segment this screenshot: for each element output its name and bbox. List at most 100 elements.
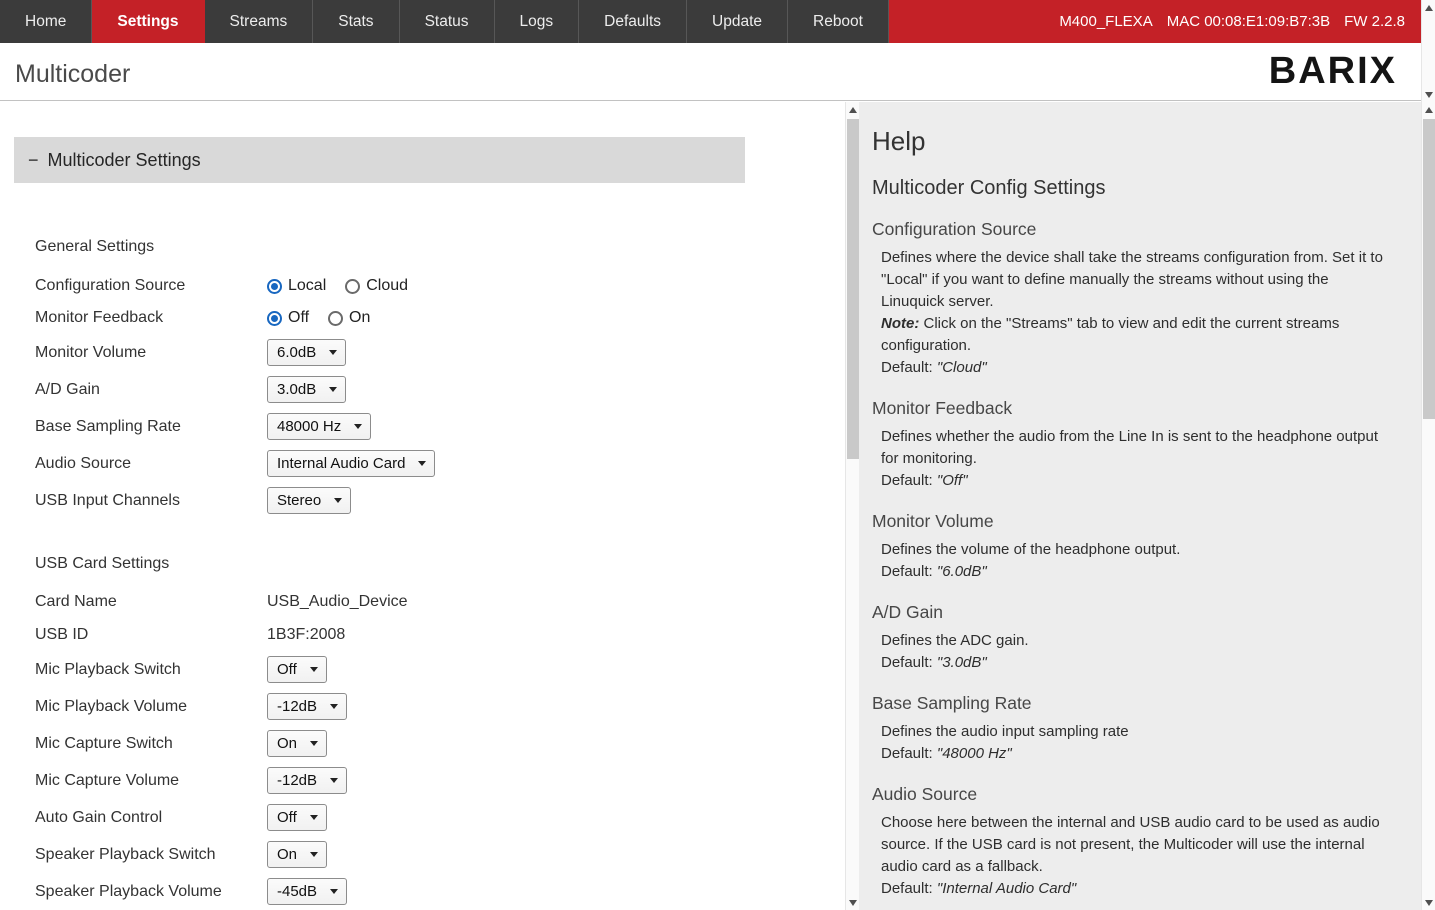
radio-checked-icon[interactable] <box>267 279 282 294</box>
page-title: Multicoder <box>15 60 130 89</box>
default-label: Default: <box>881 472 937 489</box>
scroll-down-button[interactable] <box>846 895 860 910</box>
row-monitor-volume: Monitor Volume 6.0dB <box>35 334 845 371</box>
speaker-playback-volume-select[interactable]: -45dB <box>267 878 347 905</box>
field-label: Monitor Volume <box>35 344 267 362</box>
tab-settings[interactable]: Settings <box>92 0 204 43</box>
scroll-down-button[interactable] <box>1422 87 1435 102</box>
dropdown-arrow-icon <box>330 704 338 709</box>
tab-update[interactable]: Update <box>687 0 788 43</box>
monitor-feedback-radio-group: Off On <box>267 309 370 327</box>
tab-logs[interactable]: Logs <box>495 0 580 43</box>
tab-defaults[interactable]: Defaults <box>579 0 687 43</box>
dropdown-arrow-icon <box>330 889 338 894</box>
settings-panel-scrollbar[interactable] <box>845 102 859 910</box>
help-section-monitor-feedback: Monitor Feedback Defines whether the aud… <box>872 398 1383 492</box>
dropdown-arrow-icon <box>310 741 318 746</box>
dropdown-arrow-icon <box>310 815 318 820</box>
group-title-general: General Settings <box>35 238 845 258</box>
help-section-default: Default: "Off" <box>881 470 1383 492</box>
tab-status[interactable]: Status <box>400 0 495 43</box>
radio-option-cloud[interactable]: Cloud <box>345 277 408 295</box>
help-section-base-sampling-rate: Base Sampling Rate Defines the audio inp… <box>872 693 1383 765</box>
radio-option-on[interactable]: On <box>328 309 370 327</box>
row-base-sampling-rate: Base Sampling Rate 48000 Hz <box>35 408 845 445</box>
scroll-up-icon <box>849 107 857 113</box>
scroll-up-button[interactable] <box>1422 102 1435 117</box>
dropdown-arrow-icon <box>310 852 318 857</box>
settings-panel: − Multicoder Settings General Settings C… <box>0 102 845 910</box>
help-section-monitor-volume: Monitor Volume Defines the volume of the… <box>872 511 1383 583</box>
select-value: Off <box>277 661 297 678</box>
scrollbar-thumb[interactable] <box>847 119 859 459</box>
help-section-body: Defines where the device shall take the … <box>881 247 1383 313</box>
dropdown-arrow-icon <box>334 498 342 503</box>
help-section-note: Note: Click on the "Streams" tab to view… <box>881 313 1383 357</box>
help-section-default: Default: "Cloud" <box>881 357 1383 379</box>
radio-unchecked-icon[interactable] <box>345 279 360 294</box>
tab-streams[interactable]: Streams <box>205 0 314 43</box>
radio-unchecked-icon[interactable] <box>328 311 343 326</box>
row-mic-capture-switch: Mic Capture Switch On <box>35 725 845 762</box>
field-label: Auto Gain Control <box>35 809 267 827</box>
scrollbar-thumb[interactable] <box>1423 119 1435 419</box>
help-section-default: Default: "6.0dB" <box>881 561 1383 583</box>
row-speaker-playback-switch: Speaker Playback Switch On <box>35 836 845 873</box>
top-frame-scrollbar[interactable] <box>1421 0 1435 102</box>
radio-label: Off <box>288 309 309 327</box>
field-label: Monitor Feedback <box>35 309 267 327</box>
default-value: "Internal Audio Card" <box>937 880 1076 897</box>
radio-label: Cloud <box>366 277 408 295</box>
help-panel-scrollbar[interactable] <box>1421 102 1435 910</box>
row-mic-playback-switch: Mic Playback Switch Off <box>35 651 845 688</box>
tab-reboot[interactable]: Reboot <box>788 0 889 43</box>
field-label: Mic Capture Volume <box>35 772 267 790</box>
auto-gain-control-select[interactable]: Off <box>267 804 327 831</box>
row-ad-gain: A/D Gain 3.0dB <box>35 371 845 408</box>
scroll-up-button[interactable] <box>846 102 860 117</box>
help-section-default: Default: "48000 Hz" <box>881 743 1383 765</box>
settings-form: General Settings Configuration Source Lo… <box>35 238 845 910</box>
usb-id-value: 1B3F:2008 <box>267 626 345 644</box>
default-label: Default: <box>881 563 937 580</box>
note-label: Note: <box>881 315 919 332</box>
mic-capture-volume-select[interactable]: -12dB <box>267 767 347 794</box>
row-card-name: Card Name USB_Audio_Device <box>35 585 845 618</box>
mic-playback-switch-select[interactable]: Off <box>267 656 327 683</box>
radio-option-off[interactable]: Off <box>267 309 309 327</box>
scroll-down-button[interactable] <box>1422 895 1435 910</box>
collapse-icon[interactable]: − <box>28 150 39 171</box>
select-value: Off <box>277 809 297 826</box>
tab-stats[interactable]: Stats <box>313 0 399 43</box>
base-sampling-rate-select[interactable]: 48000 Hz <box>267 413 371 440</box>
field-label: Configuration Source <box>35 277 267 295</box>
select-value: On <box>277 846 297 863</box>
speaker-playback-switch-select[interactable]: On <box>267 841 327 868</box>
section-title: Multicoder Settings <box>48 150 201 171</box>
select-value: -12dB <box>277 772 317 789</box>
default-value: "Cloud" <box>937 359 987 376</box>
tab-home[interactable]: Home <box>0 0 92 43</box>
field-label: Mic Playback Switch <box>35 661 267 679</box>
field-label: Speaker Playback Volume <box>35 883 267 901</box>
radio-option-local[interactable]: Local <box>267 277 326 295</box>
mic-playback-volume-select[interactable]: -12dB <box>267 693 347 720</box>
scroll-up-button[interactable] <box>1422 0 1435 15</box>
row-usb-id: USB ID 1B3F:2008 <box>35 618 845 651</box>
multicoder-settings-section-header[interactable]: − Multicoder Settings <box>14 137 745 183</box>
radio-checked-icon[interactable] <box>267 311 282 326</box>
select-value: -45dB <box>277 883 317 900</box>
monitor-volume-select[interactable]: 6.0dB <box>267 339 346 366</box>
dropdown-arrow-icon <box>310 667 318 672</box>
help-section-body: Defines the audio input sampling rate <box>881 721 1383 743</box>
ad-gain-select[interactable]: 3.0dB <box>267 376 346 403</box>
dropdown-arrow-icon <box>418 461 426 466</box>
field-label: A/D Gain <box>35 381 267 399</box>
device-firmware: FW 2.2.8 <box>1344 13 1405 30</box>
mic-capture-switch-select[interactable]: On <box>267 730 327 757</box>
default-label: Default: <box>881 880 937 897</box>
select-value: Internal Audio Card <box>277 455 405 472</box>
help-section-default: Default: "Internal Audio Card" <box>881 878 1383 900</box>
audio-source-select[interactable]: Internal Audio Card <box>267 450 435 477</box>
usb-input-channels-select[interactable]: Stereo <box>267 487 351 514</box>
